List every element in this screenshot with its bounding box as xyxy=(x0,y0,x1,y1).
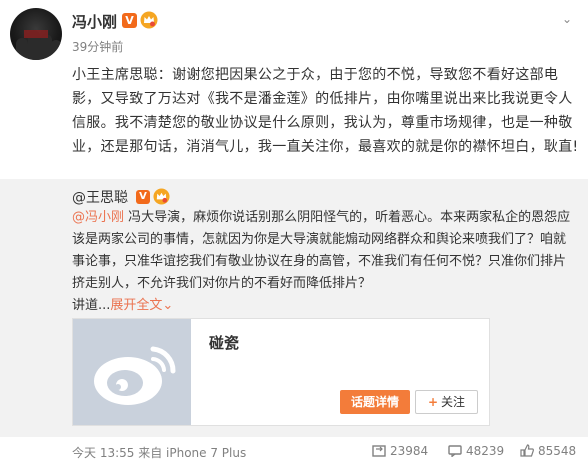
topic-card[interactable]: 碰瓷 话题详情 + 关注 xyxy=(72,318,490,426)
crown-icon xyxy=(153,188,170,205)
repost-block: @王思聪 V @冯小刚 冯大导演，麻烦你说话别那么阴阳怪气的，听着恶心。本来两家… xyxy=(0,179,588,460)
post-time[interactable]: 39分钟前 xyxy=(72,38,123,55)
comment-icon xyxy=(448,445,462,458)
plus-icon: + xyxy=(427,395,439,409)
verified-icon: V xyxy=(136,190,150,204)
weibo-post: 冯小刚 V 39分钟前 ⌄ 小王主席思聪：谢谢您把因果公之于众，由于您的不悦，导… xyxy=(0,0,588,467)
repost-text-body: 冯大导演，麻烦你说话别那么阴阳怪气的，听着恶心。本来两家私企的恩怨应该是两家公司… xyxy=(72,210,571,291)
author-name[interactable]: 冯小刚 xyxy=(72,11,117,32)
follow-button[interactable]: + 关注 xyxy=(415,390,478,414)
card-title: 碰瓷 xyxy=(209,334,240,352)
chevron-down-icon[interactable]: ⌄ xyxy=(562,12,572,26)
repost-text-tail: 讲道... xyxy=(72,298,111,313)
repost-count[interactable]: 23984 xyxy=(372,444,428,458)
mention-link[interactable]: @冯小刚 xyxy=(72,210,124,225)
repost-icon xyxy=(372,445,386,457)
avatar[interactable] xyxy=(10,8,62,60)
post-text: 小王主席思聪：谢谢您把因果公之于众，由于您的不悦，导致您不看好这部电影，又导致了… xyxy=(72,67,579,155)
topic-details-button[interactable]: 话题详情 xyxy=(340,390,410,414)
repost-text: @冯小刚 冯大导演，麻烦你说话别那么阴阳怪气的，听着恶心。本来两家私企的恩怨应该… xyxy=(72,207,578,317)
post-source[interactable]: 今天 13:55 来自 iPhone 7 Plus xyxy=(72,444,246,461)
comment-count[interactable]: 48239 xyxy=(448,444,504,458)
crown-icon xyxy=(140,11,158,29)
repost-author[interactable]: @王思聪 xyxy=(72,187,128,207)
weibo-logo-icon xyxy=(73,319,191,425)
chevron-down-icon: ⌄ xyxy=(162,298,174,313)
like-count[interactable]: 85548 xyxy=(520,444,576,458)
verified-icon: V xyxy=(122,13,137,28)
expand-link[interactable]: 展开全文⌄ xyxy=(110,298,173,313)
like-icon xyxy=(520,444,534,457)
